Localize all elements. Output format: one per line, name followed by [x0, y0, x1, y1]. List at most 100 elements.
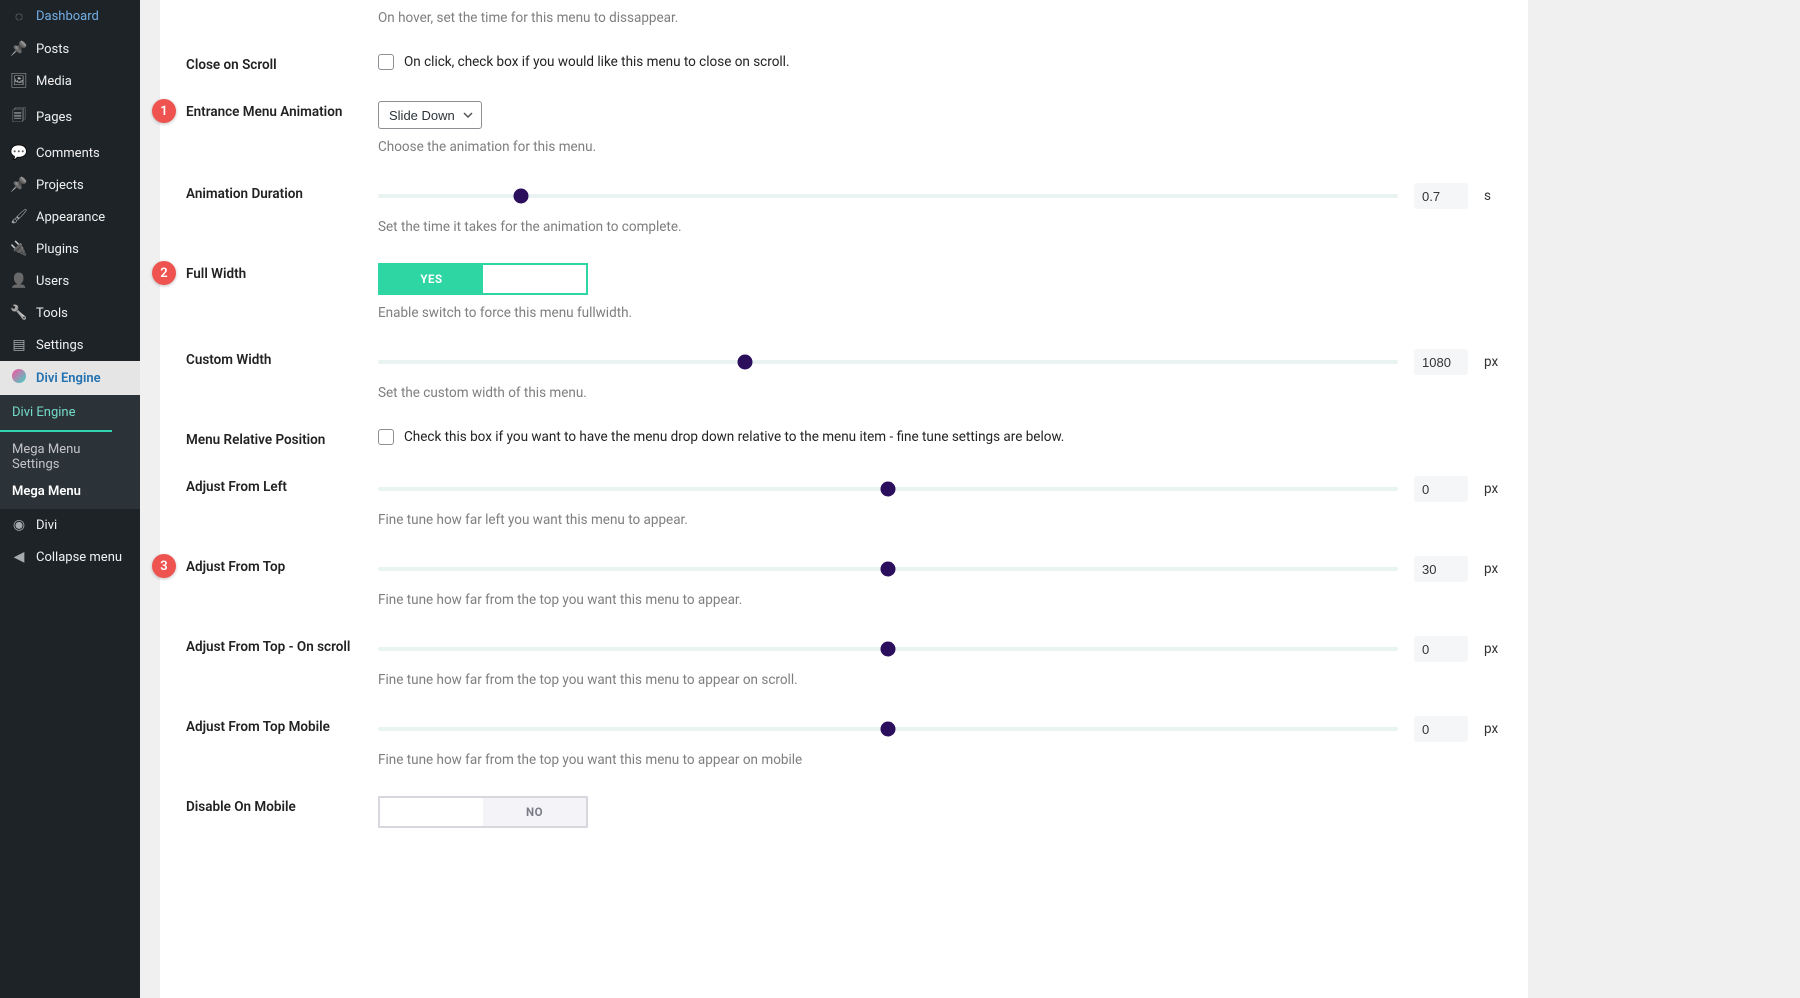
settings-panel: On hover, set the time for this menu to …	[160, 0, 1528, 998]
sidebar-item-collapse[interactable]: Collapse menu	[0, 541, 140, 573]
slider-thumb[interactable]	[738, 355, 753, 370]
setting-row-menu-relative: Menu Relative Position Check this box if…	[186, 411, 1502, 458]
sidebar-item-label: Collapse menu	[36, 550, 122, 565]
setting-row-close-on-scroll: Close on Scroll On click, check box if y…	[186, 36, 1502, 83]
adjust-left-unit: px	[1484, 481, 1502, 497]
sidebar-item-settings[interactable]: Settings	[0, 329, 140, 361]
sidebar-item-divi-engine[interactable]: Divi Engine	[0, 361, 140, 395]
setting-row-entrance-animation: Entrance Menu Animation Slide Down Choos…	[186, 83, 1502, 165]
sidebar-item-label: Comments	[36, 146, 100, 161]
animation-duration-slider[interactable]	[378, 194, 1398, 198]
toggle-yes[interactable]: YES	[380, 265, 483, 293]
close-on-scroll-desc: On click, check box if you would like th…	[404, 54, 790, 70]
custom-width-desc: Set the custom width of this menu.	[378, 385, 1502, 401]
adjust-top-scroll-label: Adjust From Top - On scroll	[186, 636, 378, 655]
disable-mobile-toggle[interactable]: NO	[378, 796, 588, 828]
comments-icon	[10, 145, 28, 161]
slider-thumb[interactable]	[881, 722, 896, 737]
sidebar-item-label: Users	[36, 274, 69, 289]
adjust-top-scroll-unit: px	[1484, 641, 1502, 657]
adjust-top-scroll-desc: Fine tune how far from the top you want …	[378, 672, 1502, 688]
pin-icon	[10, 41, 28, 57]
divi-engine-icon	[10, 369, 28, 387]
sidebar-item-plugins[interactable]: Plugins	[0, 233, 140, 265]
sidebar-item-tools[interactable]: Tools	[0, 297, 140, 329]
setting-row-disable-mobile: Disable On Mobile NO	[186, 778, 1502, 838]
setting-row-adjust-left: Adjust From Left px Fine tune how far le…	[186, 458, 1502, 538]
sidebar-item-label: Settings	[36, 338, 83, 353]
full-width-toggle[interactable]: YES	[378, 263, 588, 295]
entrance-animation-select[interactable]: Slide Down	[378, 101, 482, 129]
sidebar-item-divi[interactable]: Divi	[0, 509, 140, 541]
entrance-animation-desc: Choose the animation for this menu.	[378, 139, 1502, 155]
sidebar-item-label: Projects	[36, 178, 84, 193]
adjust-left-slider[interactable]	[378, 487, 1398, 491]
subnav-item-engine[interactable]: Divi Engine	[0, 399, 140, 426]
sidebar-item-label: Plugins	[36, 242, 79, 257]
pin-icon	[10, 177, 28, 193]
sidebar-item-appearance[interactable]: Appearance	[0, 201, 140, 233]
slider-thumb[interactable]	[881, 482, 896, 497]
adjust-top-unit: px	[1484, 561, 1502, 577]
sidebar-item-label: Divi	[36, 518, 57, 533]
custom-width-unit: px	[1484, 354, 1502, 370]
sidebar-item-projects[interactable]: Projects	[0, 169, 140, 201]
plugins-icon	[10, 241, 28, 257]
setting-row-adjust-top-scroll: Adjust From Top - On scroll px Fine tune…	[186, 618, 1502, 698]
toggle-no[interactable]: NO	[483, 798, 586, 826]
close-on-scroll-label: Close on Scroll	[186, 54, 378, 73]
annotation-1: 1	[152, 99, 176, 123]
adjust-top-slider[interactable]	[378, 567, 1398, 571]
sidebar-item-label: Appearance	[36, 210, 105, 225]
adjust-left-desc: Fine tune how far left you want this men…	[378, 512, 1502, 528]
animation-duration-label: Animation Duration	[186, 183, 378, 202]
sidebar-item-media[interactable]: Media	[0, 65, 140, 97]
adjust-top-mobile-desc: Fine tune how far from the top you want …	[378, 752, 1502, 768]
menu-relative-desc: Check this box if you want to have the m…	[404, 429, 1064, 445]
subnav-item-settings[interactable]: Mega Menu Settings	[0, 436, 140, 478]
close-on-scroll-checkbox[interactable]	[378, 54, 394, 70]
users-icon	[10, 273, 28, 289]
subnav-item-megamenu[interactable]: Mega Menu	[0, 478, 140, 505]
tools-icon	[10, 305, 28, 321]
adjust-top-label: Adjust From Top	[186, 556, 378, 575]
main-content: On hover, set the time for this menu to …	[140, 0, 1800, 998]
sidebar-item-users[interactable]: Users	[0, 265, 140, 297]
hover-hide-desc: On hover, set the time for this menu to …	[378, 10, 1502, 26]
sidebar-item-posts[interactable]: Posts	[0, 33, 140, 65]
slider-thumb[interactable]	[881, 642, 896, 657]
adjust-top-scroll-value[interactable]	[1414, 636, 1468, 662]
menu-relative-checkbox[interactable]	[378, 429, 394, 445]
sidebar-item-dashboard[interactable]: Dashboard	[0, 0, 140, 33]
admin-sidebar: Dashboard Posts Media Pages Comments Pro…	[0, 0, 140, 998]
custom-width-slider[interactable]	[378, 360, 1398, 364]
toggle-yes-blank[interactable]	[380, 798, 483, 826]
annotation-3: 3	[152, 554, 176, 578]
slider-thumb[interactable]	[513, 189, 528, 204]
disable-mobile-label: Disable On Mobile	[186, 796, 378, 815]
dashboard-icon	[10, 8, 28, 25]
custom-width-value[interactable]	[1414, 349, 1468, 375]
appearance-icon	[10, 209, 28, 225]
media-icon	[10, 73, 28, 89]
setting-label-placeholder	[186, 8, 378, 11]
setting-row-full-width: Full Width YES Enable switch to force th…	[186, 245, 1502, 331]
pages-icon	[10, 105, 28, 129]
sidebar-item-label: Tools	[36, 306, 68, 321]
full-width-desc: Enable switch to force this menu fullwid…	[378, 305, 1502, 321]
adjust-top-scroll-slider[interactable]	[378, 647, 1398, 651]
sidebar-item-pages[interactable]: Pages	[0, 97, 140, 137]
sidebar-item-label: Posts	[36, 42, 69, 57]
adjust-top-mobile-value[interactable]	[1414, 716, 1468, 742]
toggle-no-blank[interactable]	[483, 265, 586, 293]
slider-thumb[interactable]	[881, 562, 896, 577]
sidebar-item-comments[interactable]: Comments	[0, 137, 140, 169]
animation-duration-value[interactable]	[1414, 183, 1468, 209]
sidebar-item-label: Pages	[36, 110, 72, 125]
entrance-animation-label: Entrance Menu Animation	[186, 101, 378, 120]
setting-row-adjust-top-mobile: Adjust From Top Mobile px Fine tune how …	[186, 698, 1502, 778]
adjust-top-value[interactable]	[1414, 556, 1468, 582]
adjust-top-mobile-slider[interactable]	[378, 727, 1398, 731]
animation-duration-unit: s	[1484, 188, 1502, 204]
adjust-left-value[interactable]	[1414, 476, 1468, 502]
